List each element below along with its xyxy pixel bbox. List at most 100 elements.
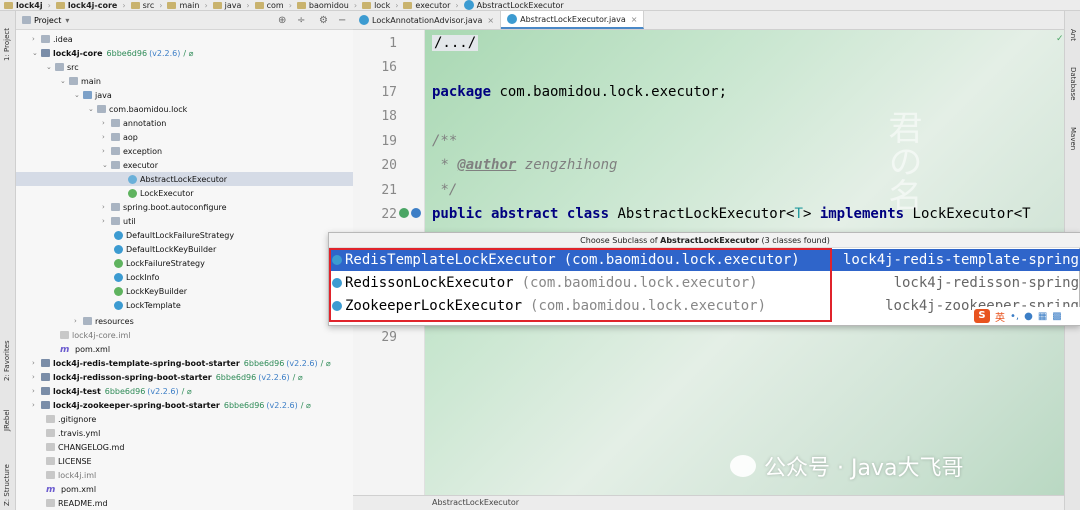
chevron-right-icon[interactable]: › [32, 373, 41, 381]
code-line-class-decl[interactable]: public abstract class AbstractLockExecut… [432, 206, 1031, 222]
grid-menu-icon[interactable]: ▩ [1052, 311, 1061, 322]
tree-item-package[interactable]: ⌄ com.baomidou.lock [88, 102, 187, 116]
chevron-down-icon[interactable]: ⌄ [102, 161, 111, 169]
tree-item-module[interactable]: › lock4j-redis-template-spring-boot-start… [32, 356, 331, 370]
breadcrumb-item[interactable]: com [254, 1, 284, 10]
breadcrumb-item[interactable]: java [212, 1, 241, 10]
markdown-file-icon [46, 443, 55, 451]
chevron-right-icon[interactable]: › [32, 359, 41, 367]
tree-item-package[interactable]: ⌄ executor [102, 158, 158, 172]
tree-item-class[interactable]: DefaultLockKeyBuilder [114, 242, 216, 256]
tree-item-module[interactable]: › lock4j-zookeeper-spring-boot-starter 6bb… [32, 398, 311, 412]
breadcrumb-item[interactable]: lock4j-core [55, 1, 117, 10]
tree-item-package[interactable]: › util [102, 214, 136, 228]
chevron-right-icon[interactable]: › [32, 387, 41, 395]
tree-item-src[interactable]: ⌄ src [46, 60, 79, 74]
tree-item-module[interactable]: ⌄ lock4j-core 6bbe6d96 (v2.2.6) / ⌀ [32, 46, 193, 60]
breadcrumb-item[interactable]: lock [362, 1, 390, 10]
project-view-selector[interactable]: Project [34, 16, 61, 25]
target-icon[interactable]: ⊕ [278, 15, 286, 26]
tree-item-file[interactable]: m pom.xml [60, 342, 110, 356]
close-icon[interactable]: × [631, 15, 638, 24]
tree-item-package[interactable]: › annotation [102, 116, 166, 130]
tree-item-class[interactable]: DefaultLockFailureStrategy [114, 228, 234, 242]
keyboard-icon[interactable]: ▦ [1038, 311, 1047, 322]
maven-tool-tab[interactable]: Maven [1069, 127, 1077, 150]
chevron-right-icon[interactable]: › [32, 401, 41, 409]
chevron-right-icon[interactable]: › [102, 217, 111, 225]
project-panel-header: Project ▾ ⊕ ÷ ⚙ − [16, 11, 353, 30]
tree-item-class[interactable]: LockInfo [114, 270, 159, 284]
tree-item-file[interactable]: README.md [46, 496, 108, 510]
tree-item-module[interactable]: › lock4j-test 6bbe6d96 (v2.2.6) / ⌀ [32, 384, 192, 398]
code-line-package[interactable]: package com.baomidou.lock.executor; [432, 84, 727, 100]
chevron-down-icon[interactable]: ⌄ [46, 63, 55, 71]
chevron-right-icon[interactable]: › [102, 203, 111, 211]
line-number: 22 [381, 207, 397, 222]
close-icon[interactable]: × [487, 16, 494, 25]
tree-item-file[interactable]: CHANGELOG.md [46, 440, 124, 454]
implemented-gutter-icon[interactable] [399, 208, 409, 218]
ant-tool-tab[interactable]: Ant [1069, 29, 1077, 41]
structure-tool-tab[interactable]: Z: Structure [3, 464, 11, 506]
tree-item-resources[interactable]: › resources [74, 314, 134, 328]
breadcrumb-item[interactable]: AbstractLockExecutor [463, 0, 564, 10]
tree-item-package[interactable]: › exception [102, 144, 162, 158]
tree-item-idea[interactable]: › .idea [32, 32, 73, 46]
breadcrumb-item[interactable]: baomidou [296, 1, 349, 10]
minimize-icon[interactable]: − [338, 15, 346, 26]
code-line-author[interactable]: * @author zengzhihong [432, 157, 617, 173]
project-tool-tab[interactable]: 1: Project [3, 28, 11, 61]
project-tree: › .idea ⌄ lock4j-core 6bbe6d96 (v2.2.6) / ⌀ ⌄… [16, 30, 353, 510]
chevron-right-icon[interactable]: › [102, 119, 111, 127]
chevron-right-icon[interactable]: › [32, 35, 41, 43]
chevron-right-icon[interactable]: › [74, 317, 83, 325]
chevron-down-icon[interactable]: ⌄ [74, 91, 83, 99]
tree-item-package[interactable]: › aop [102, 130, 138, 144]
jrebel-tool-tab[interactable]: JRebel [3, 409, 11, 431]
database-tool-tab[interactable]: Database [1069, 67, 1077, 100]
package-icon [111, 203, 120, 211]
code-line-doc-close[interactable]: */ [432, 182, 457, 198]
language-toggle[interactable]: 英 [995, 309, 1005, 324]
chevron-right-icon[interactable]: › [102, 147, 111, 155]
gear-icon[interactable]: ⚙ [319, 15, 328, 26]
breadcrumb-item[interactable]: src [130, 1, 154, 10]
override-gutter-icon[interactable] [411, 208, 421, 218]
sogou-logo-icon[interactable]: S [974, 309, 990, 323]
line-number: 21 [381, 183, 397, 198]
chevron-down-icon[interactable]: ⌄ [88, 105, 97, 113]
chevron-down-icon[interactable]: ⌄ [60, 77, 69, 85]
tree-item-class[interactable]: LockTemplate [114, 298, 181, 312]
collapse-all-icon[interactable]: ÷ [297, 15, 305, 26]
tab-lock-annotation-advisor[interactable]: LockAnnotationAdvisor.java × [353, 11, 502, 29]
tree-item-file[interactable]: .travis.yml [46, 426, 100, 440]
tree-item-module[interactable]: › lock4j-redisson-spring-boot-starter 6bbe… [32, 370, 303, 384]
tree-item-main[interactable]: ⌄ main [60, 74, 101, 88]
favorites-tool-tab[interactable]: 2: Favorites [3, 340, 11, 381]
tree-item-file[interactable]: lock4j.iml [46, 468, 96, 482]
tree-item-interface[interactable]: LockFailureStrategy [114, 256, 205, 270]
wechat-icon [730, 455, 756, 477]
class-icon [114, 300, 123, 310]
tree-item-interface[interactable]: LockKeyBuilder [114, 284, 187, 298]
tree-item-interface[interactable]: LockExecutor [128, 186, 194, 200]
chevron-down-icon[interactable]: ⌄ [32, 49, 41, 57]
punctuation-icon[interactable]: •, [1010, 311, 1019, 322]
chevron-right-icon[interactable]: › [102, 133, 111, 141]
tree-item-class-selected[interactable]: AbstractLockExecutor [16, 172, 353, 186]
tree-item-file[interactable]: .gitignore [46, 412, 96, 426]
tree-item-java[interactable]: ⌄ java [74, 88, 112, 102]
chevron-down-icon[interactable]: ▾ [65, 16, 69, 25]
microphone-icon[interactable]: ● [1024, 311, 1033, 322]
tree-item-file[interactable]: lock4j-core.iml [60, 328, 130, 342]
tree-item-file[interactable]: m pom.xml [46, 482, 96, 496]
breadcrumb-item[interactable]: executor [403, 1, 450, 10]
code-line-fold[interactable]: /.../ [432, 35, 479, 51]
code-line-doc-open[interactable]: /** [432, 133, 457, 149]
tree-item-package[interactable]: › spring.boot.autoconfigure [102, 200, 227, 214]
tab-abstract-lock-executor[interactable]: AbstractLockExecutor.java × [501, 11, 645, 29]
tree-item-file[interactable]: LICENSE [46, 454, 92, 468]
breadcrumb-item[interactable]: main [167, 1, 199, 10]
breadcrumb-item[interactable]: lock4j [4, 1, 43, 10]
